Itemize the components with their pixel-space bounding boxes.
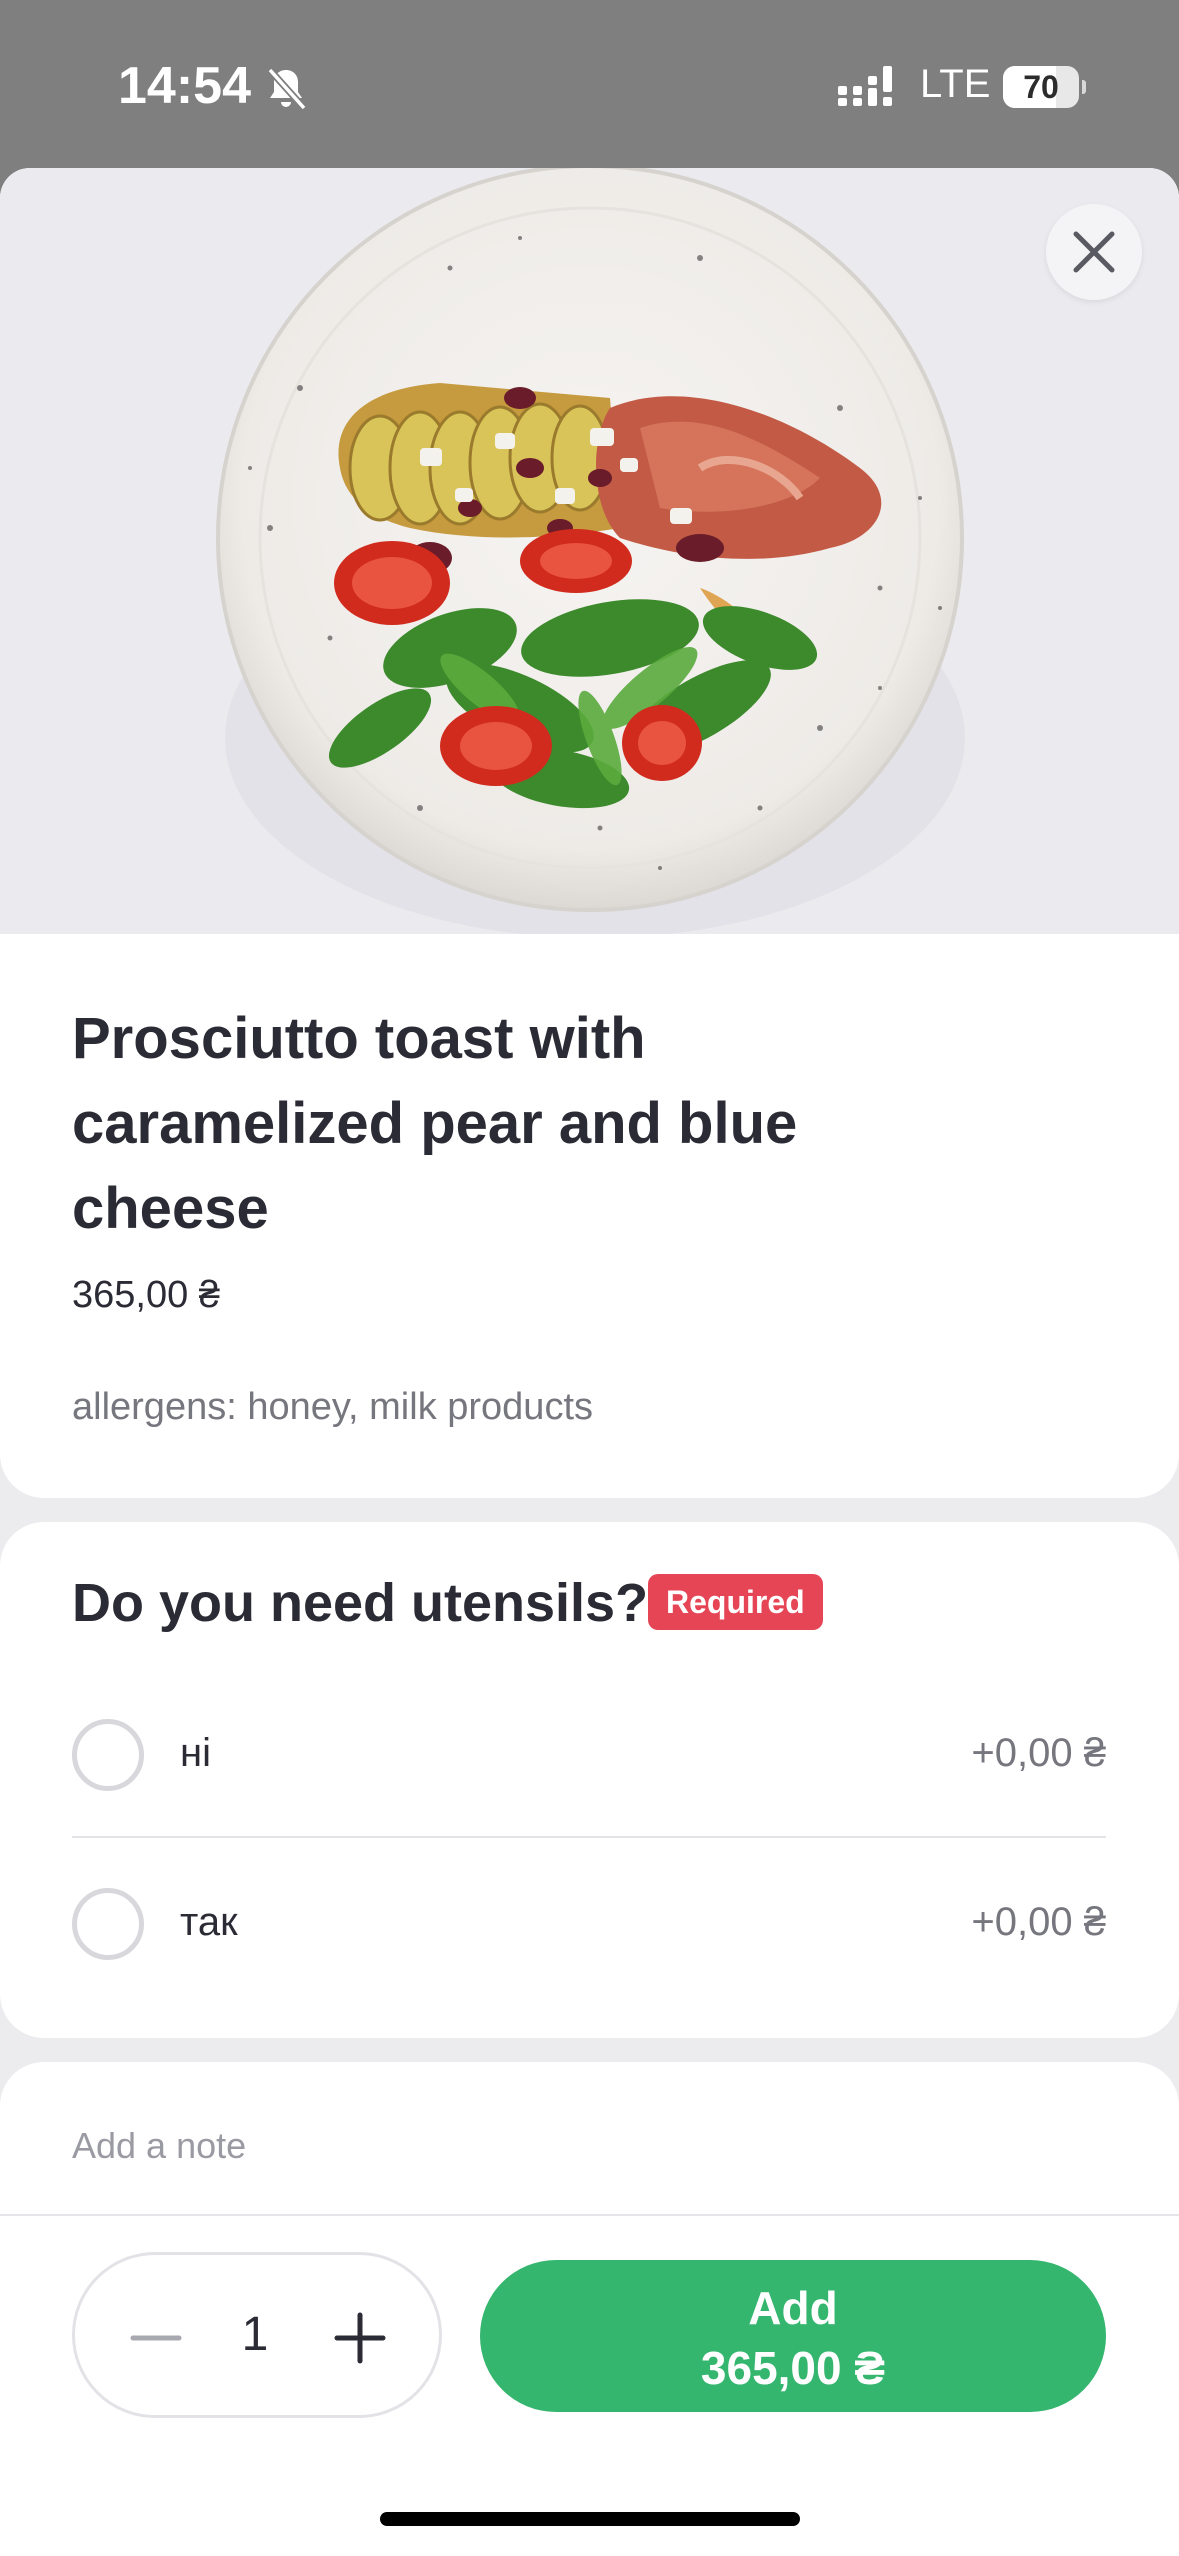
required-badge: Required — [648, 1574, 823, 1630]
plus-icon[interactable] — [333, 2311, 387, 2365]
signal-icon — [838, 66, 892, 106]
status-time: 14:54 — [118, 57, 251, 115]
home-indicator[interactable] — [380, 2512, 800, 2526]
option-label: так — [180, 1900, 238, 1944]
item-price: 365,00 ₴ — [72, 1274, 220, 1316]
utensils-option-yes[interactable]: так +0,00 ₴ — [72, 1850, 1106, 2000]
quantity-value: 1 — [241, 2308, 269, 2361]
add-button-label: Add — [748, 2282, 838, 2334]
add-button-price: 365,00 ₴ — [700, 2342, 886, 2394]
utensils-section: Do you need utensils? Required ні +0,00 … — [0, 1522, 1179, 2038]
minus-icon[interactable] — [129, 2311, 183, 2365]
utensils-title: Do you need utensils? — [72, 1573, 649, 1633]
dish-photo-illustration — [0, 168, 1179, 934]
item-allergens: allergens: honey, milk products — [72, 1386, 593, 1428]
dish-photo — [0, 168, 1179, 934]
option-label: ні — [180, 1731, 211, 1775]
option-price: +0,00 ₴ — [971, 1731, 1106, 1775]
item-info-card: Prosciutto toast with caramelized pear a… — [0, 934, 1179, 1498]
add-to-cart-button[interactable]: Add 365,00 ₴ — [480, 2260, 1106, 2412]
option-price: +0,00 ₴ — [971, 1900, 1106, 1944]
close-button[interactable] — [1046, 204, 1142, 300]
item-sheet: Prosciutto toast with caramelized pear a… — [0, 168, 1179, 2556]
utensils-option-no[interactable]: ні +0,00 ₴ — [72, 1681, 1106, 1831]
battery-level: 70 — [1023, 69, 1059, 105]
bell-off-icon — [267, 67, 307, 111]
battery-icon: 70 — [1003, 66, 1086, 108]
bottom-action-bar: 1 Add 365,00 ₴ — [0, 2214, 1179, 2556]
note-input[interactable] — [72, 2116, 1106, 2176]
option-divider — [72, 1836, 1106, 1838]
network-type: LTE — [920, 62, 991, 106]
radio-button[interactable] — [72, 1888, 144, 1960]
quantity-stepper: 1 — [72, 2252, 442, 2418]
radio-button[interactable] — [72, 1719, 144, 1791]
status-bar: 14:54 LTE 70 — [0, 0, 1179, 170]
item-title: Prosciutto toast with caramelized pear a… — [72, 1006, 798, 1241]
close-icon — [1073, 231, 1115, 273]
